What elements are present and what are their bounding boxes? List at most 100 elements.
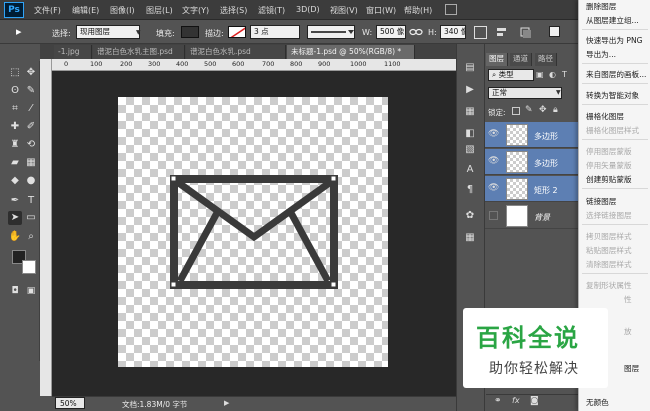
- actions-panel-icon[interactable]: ▶: [462, 82, 478, 97]
- tab-paths[interactable]: 路径: [535, 53, 557, 66]
- menu-item-link-layers[interactable]: 链接图层: [586, 196, 616, 207]
- eraser-tool-icon[interactable]: ▰: [8, 156, 22, 170]
- menu-image[interactable]: 图像(I): [110, 5, 135, 16]
- screen-mode-icon[interactable]: ▣: [24, 284, 38, 298]
- filter-image-icon[interactable]: ▣: [536, 70, 544, 79]
- link-layers-icon[interactable]: ⚭: [494, 396, 502, 406]
- tab-layers[interactable]: 图层: [486, 53, 508, 66]
- stroke-type-dropdown[interactable]: [307, 25, 355, 39]
- visibility-eye-icon[interactable]: 👁︎: [488, 183, 499, 193]
- blur-tool-icon[interactable]: ◆: [8, 174, 22, 188]
- select-dropdown[interactable]: 现用图层: [76, 25, 140, 39]
- add-mask-icon[interactable]: ◙: [530, 396, 539, 406]
- menu-item-rasterize-layer[interactable]: 栅格化图层: [586, 111, 624, 122]
- pen-tool-icon[interactable]: ✒: [8, 194, 22, 208]
- menu-help[interactable]: 帮助(H): [404, 5, 432, 16]
- quick-select-tool-icon[interactable]: ✎: [24, 84, 38, 98]
- rectangle-tool-icon[interactable]: ▭: [24, 211, 38, 225]
- crop-tool-icon[interactable]: ⌗: [8, 102, 22, 116]
- filter-type-icon[interactable]: T: [562, 70, 567, 79]
- lock-position-icon[interactable]: ✥: [539, 105, 547, 115]
- layer-name: 背景: [534, 213, 550, 222]
- move-tool-icon[interactable]: ✥: [24, 66, 38, 80]
- height-field[interactable]: 340 像: [440, 25, 466, 39]
- zoom-level-field[interactable]: 50%: [55, 397, 85, 409]
- blend-mode-dropdown[interactable]: 正常: [488, 87, 562, 99]
- path-selection-tool-icon[interactable]: ➤: [8, 211, 22, 225]
- path-alignment-icon[interactable]: [496, 26, 509, 39]
- menu-item-group-from-layers[interactable]: 从图层建立组...: [586, 15, 639, 26]
- path-arrangement-icon[interactable]: [519, 26, 532, 39]
- hand-tool-icon[interactable]: ✋: [8, 230, 22, 244]
- menu-item-delete-layer[interactable]: 删除图层: [586, 1, 616, 12]
- menu-item-export-as[interactable]: 导出为...: [586, 49, 616, 60]
- grid-panel-icon[interactable]: ▦: [462, 230, 478, 245]
- eyedropper-tool-icon[interactable]: ⁄: [24, 102, 38, 116]
- menu-item-convert-smart-object[interactable]: 转换为智能对象: [586, 90, 639, 101]
- lasso-tool-icon[interactable]: ʘ: [8, 84, 22, 98]
- filter-adjust-icon[interactable]: ◐: [549, 70, 556, 79]
- background-color-swatch[interactable]: [22, 260, 36, 274]
- tab-doc-3[interactable]: 谱泥白色水乳.psd: [186, 45, 286, 59]
- visibility-off-box[interactable]: [489, 211, 498, 220]
- lock-pixels-icon[interactable]: ✎: [525, 105, 533, 115]
- envelope-icon[interactable]: [118, 97, 388, 367]
- gradient-tool-icon[interactable]: ▦: [24, 156, 38, 170]
- menu-layer[interactable]: 图层(L): [146, 5, 173, 16]
- visibility-eye-icon[interactable]: 👁︎: [488, 156, 499, 166]
- menu-filter[interactable]: 滤镜(T): [258, 5, 285, 16]
- menu-item-merge-layers[interactable]: 图层: [624, 363, 639, 374]
- window-minimize-icon[interactable]: [445, 4, 457, 15]
- lock-transparent-icon[interactable]: [512, 107, 520, 115]
- history-panel-icon[interactable]: ▤: [462, 60, 478, 75]
- tab-doc-active[interactable]: 未标题-1.psd @ 50%(RGB/8) *: [287, 45, 415, 59]
- fill-swatch[interactable]: [181, 26, 199, 38]
- status-menu-arrow-icon[interactable]: ▶: [224, 399, 229, 407]
- width-field[interactable]: 500 像: [376, 25, 406, 39]
- marquee-tool-icon[interactable]: ⬚: [8, 66, 22, 80]
- layer-filter-label: 类型: [498, 70, 514, 79]
- visibility-eye-icon[interactable]: 👁︎: [488, 129, 499, 139]
- layer-name: 多边形: [534, 159, 558, 168]
- menu-3d[interactable]: 3D(D): [296, 5, 320, 14]
- history-brush-tool-icon[interactable]: ⟲: [24, 138, 38, 152]
- quick-mask-icon[interactable]: ◘: [8, 284, 22, 298]
- menu-file[interactable]: 文件(F): [34, 5, 61, 16]
- path-operations-icon[interactable]: [474, 26, 487, 39]
- layer-filter-dropdown[interactable]: ⌕ 类型: [488, 69, 534, 81]
- paragraph-panel-icon[interactable]: ¶: [462, 182, 478, 197]
- menu-item-no-color[interactable]: 无颜色: [586, 397, 609, 408]
- clone-stamp-tool-icon[interactable]: ♜: [8, 138, 22, 152]
- lock-all-icon[interactable]: 🔒︎: [553, 105, 558, 115]
- link-icon[interactable]: [409, 27, 423, 37]
- type-tool-icon[interactable]: T: [24, 194, 38, 208]
- adjustments-panel-icon[interactable]: ◧: [462, 126, 478, 141]
- move-tool-preset-icon[interactable]: ▸: [16, 25, 30, 39]
- healing-brush-tool-icon[interactable]: ✚: [8, 120, 22, 134]
- menu-type[interactable]: 文字(Y): [182, 5, 209, 16]
- dodge-tool-icon[interactable]: ●: [24, 174, 38, 188]
- menu-item-quick-export-png[interactable]: 快速导出为 PNG: [586, 35, 643, 46]
- menu-edit[interactable]: 编辑(E): [72, 5, 99, 16]
- ruler-label: 1000: [350, 60, 367, 68]
- chevron-down-icon: ▼: [136, 29, 141, 36]
- stroke-size-field[interactable]: 3 点: [250, 25, 300, 39]
- align-edges-checkbox[interactable]: [549, 26, 560, 37]
- properties-panel-icon[interactable]: ▧: [462, 142, 478, 157]
- brush-tool-icon[interactable]: ✐: [24, 120, 38, 134]
- zoom-tool-icon[interactable]: ⌕: [24, 230, 38, 244]
- lock-label: 锁定:: [488, 108, 506, 117]
- menu-select[interactable]: 选择(S): [220, 5, 247, 16]
- fx-icon[interactable]: fx: [512, 396, 520, 405]
- tab-doc-1[interactable]: -1.jpg: [54, 45, 92, 59]
- styles-panel-icon[interactable]: ✿: [462, 208, 478, 223]
- swatches-panel-icon[interactable]: ▦: [462, 104, 478, 119]
- tab-channels[interactable]: 通道: [510, 53, 532, 66]
- menu-view[interactable]: 视图(V): [330, 5, 358, 16]
- tab-doc-2[interactable]: 谱泥白色水乳主图.psd: [93, 45, 185, 59]
- menu-window[interactable]: 窗口(W): [366, 5, 396, 16]
- character-panel-icon[interactable]: A: [462, 162, 478, 177]
- menu-item-artboard-from-layers[interactable]: 来自图层的画板...: [586, 69, 646, 80]
- menu-item-create-clipping-mask[interactable]: 创建剪贴蒙版: [586, 174, 632, 185]
- stroke-swatch[interactable]: [228, 26, 246, 38]
